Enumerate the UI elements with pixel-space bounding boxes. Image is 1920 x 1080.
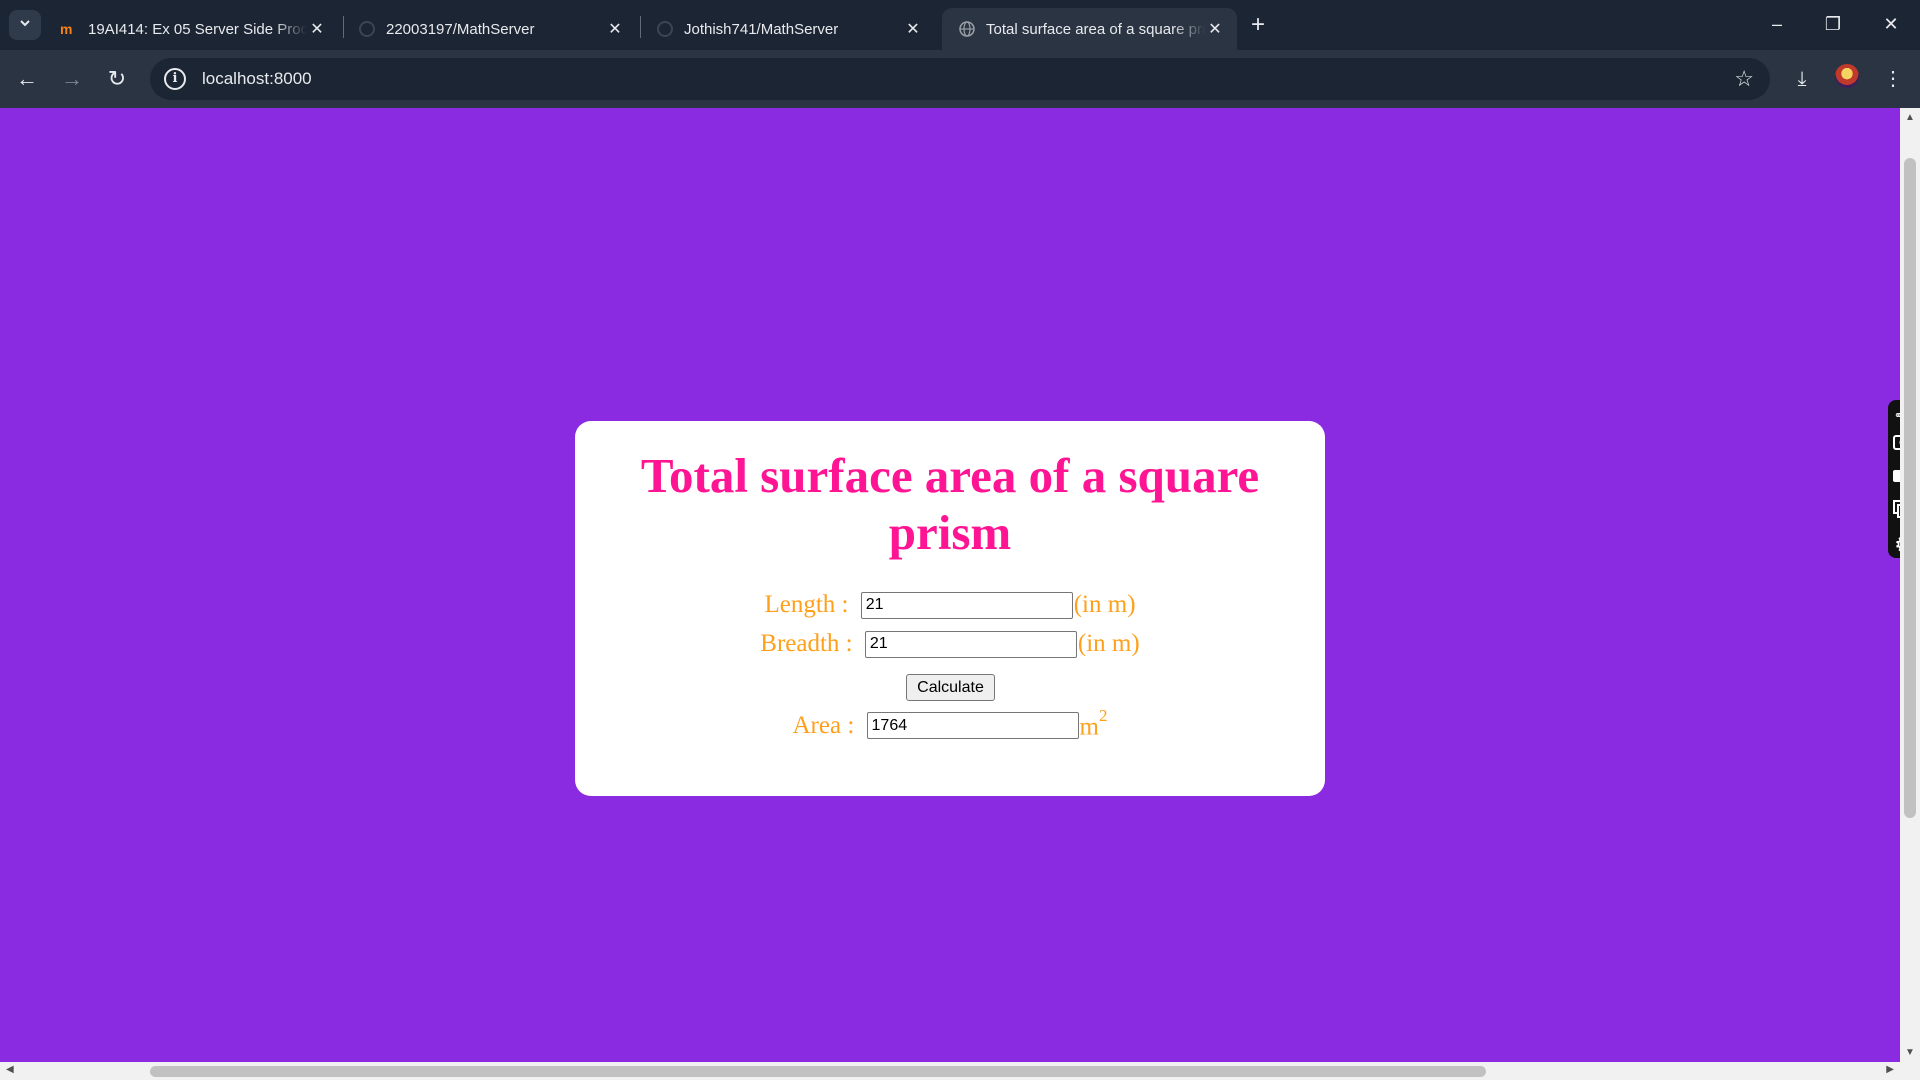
- back-button[interactable]: ←: [12, 64, 42, 94]
- breadth-label: Breadth :: [760, 630, 859, 657]
- area-row: Area : m2: [575, 706, 1325, 741]
- calculator-card: Total surface area of a square prism Len…: [575, 421, 1325, 796]
- tab-strip: m 19AI414: Ex 05 Server Side Proc ✕ 2200…: [0, 0, 1920, 50]
- menu-kebab-icon[interactable]: ⋮: [1878, 64, 1908, 94]
- tab-title: Total surface area of a square prism: [986, 20, 1205, 38]
- github-icon: [358, 20, 376, 38]
- tab-github-jothish741[interactable]: Jothish741/MathServer ✕: [640, 8, 935, 50]
- close-icon[interactable]: ✕: [1205, 19, 1225, 39]
- close-window-button[interactable]: ✕: [1866, 8, 1916, 40]
- area-output[interactable]: [866, 712, 1079, 740]
- tab-search-button[interactable]: [9, 10, 41, 40]
- reload-button[interactable]: ↻: [102, 64, 132, 94]
- site-info-icon[interactable]: i: [164, 68, 186, 90]
- download-icon[interactable]: ⤓: [1787, 64, 1817, 94]
- area-unit-exponent: 2: [1098, 706, 1108, 725]
- horizontal-scroll-thumb[interactable]: [150, 1066, 1486, 1077]
- bookmark-star-icon[interactable]: ☆: [1734, 66, 1754, 92]
- github-icon: [656, 20, 674, 38]
- breadth-row: Breadth : (in m): [575, 630, 1325, 658]
- moodle-icon: m: [60, 20, 78, 38]
- vertical-scrollbar[interactable]: ▲ ▼: [1900, 108, 1920, 1062]
- scroll-up-icon[interactable]: ▲: [1900, 112, 1920, 123]
- area-unit-base: m: [1079, 713, 1099, 741]
- tab-title: 19AI414: Ex 05 Server Side Proc: [88, 20, 307, 38]
- horizontal-scrollbar[interactable]: ◀ ▶: [0, 1062, 1920, 1080]
- area-label: Area :: [792, 711, 861, 739]
- scroll-left-icon[interactable]: ◀: [6, 1064, 14, 1075]
- vertical-scroll-thumb[interactable]: [1904, 158, 1916, 818]
- scroll-right-icon[interactable]: ▶: [1886, 1064, 1894, 1075]
- globe-icon: [958, 20, 976, 38]
- chevron-down-icon: [18, 16, 32, 35]
- profile-avatar[interactable]: [1835, 64, 1859, 88]
- calculate-button[interactable]: Calculate: [906, 674, 995, 701]
- length-unit: (in m): [1073, 591, 1136, 618]
- address-bar[interactable]: i localhost:8000 ☆: [150, 58, 1770, 100]
- tab-title: 22003197/MathServer: [386, 20, 535, 38]
- length-label: Length :: [764, 591, 855, 618]
- address-url[interactable]: localhost:8000: [202, 69, 312, 89]
- svg-text:m: m: [60, 22, 72, 36]
- area-unit: m2: [1079, 706, 1108, 741]
- minimize-button[interactable]: –: [1752, 8, 1802, 40]
- forward-button[interactable]: →: [57, 64, 87, 94]
- length-input[interactable]: [860, 591, 1073, 619]
- scroll-down-icon[interactable]: ▼: [1900, 1047, 1920, 1058]
- close-icon[interactable]: ✕: [903, 19, 923, 39]
- page-title: Total surface area of a square prism: [640, 448, 1260, 560]
- breadth-unit: (in m): [1077, 630, 1140, 657]
- tab-title: Jothish741/MathServer: [684, 20, 839, 38]
- tab-github-22003197[interactable]: 22003197/MathServer ✕: [342, 8, 637, 50]
- close-icon[interactable]: ✕: [307, 19, 327, 39]
- length-row: Length : (in m): [575, 591, 1325, 619]
- new-tab-button[interactable]: +: [1244, 12, 1272, 40]
- browser-toolbar: ← → ↻ i localhost:8000 ☆ ⤓ ⋮: [0, 50, 1920, 108]
- breadth-input[interactable]: [864, 630, 1077, 658]
- close-icon[interactable]: ✕: [605, 19, 625, 39]
- tab-active-page[interactable]: Total surface area of a square prism ✕: [942, 8, 1237, 50]
- tab-moodle[interactable]: m 19AI414: Ex 05 Server Side Proc ✕: [44, 8, 339, 50]
- restore-button[interactable]: ❐: [1808, 8, 1858, 40]
